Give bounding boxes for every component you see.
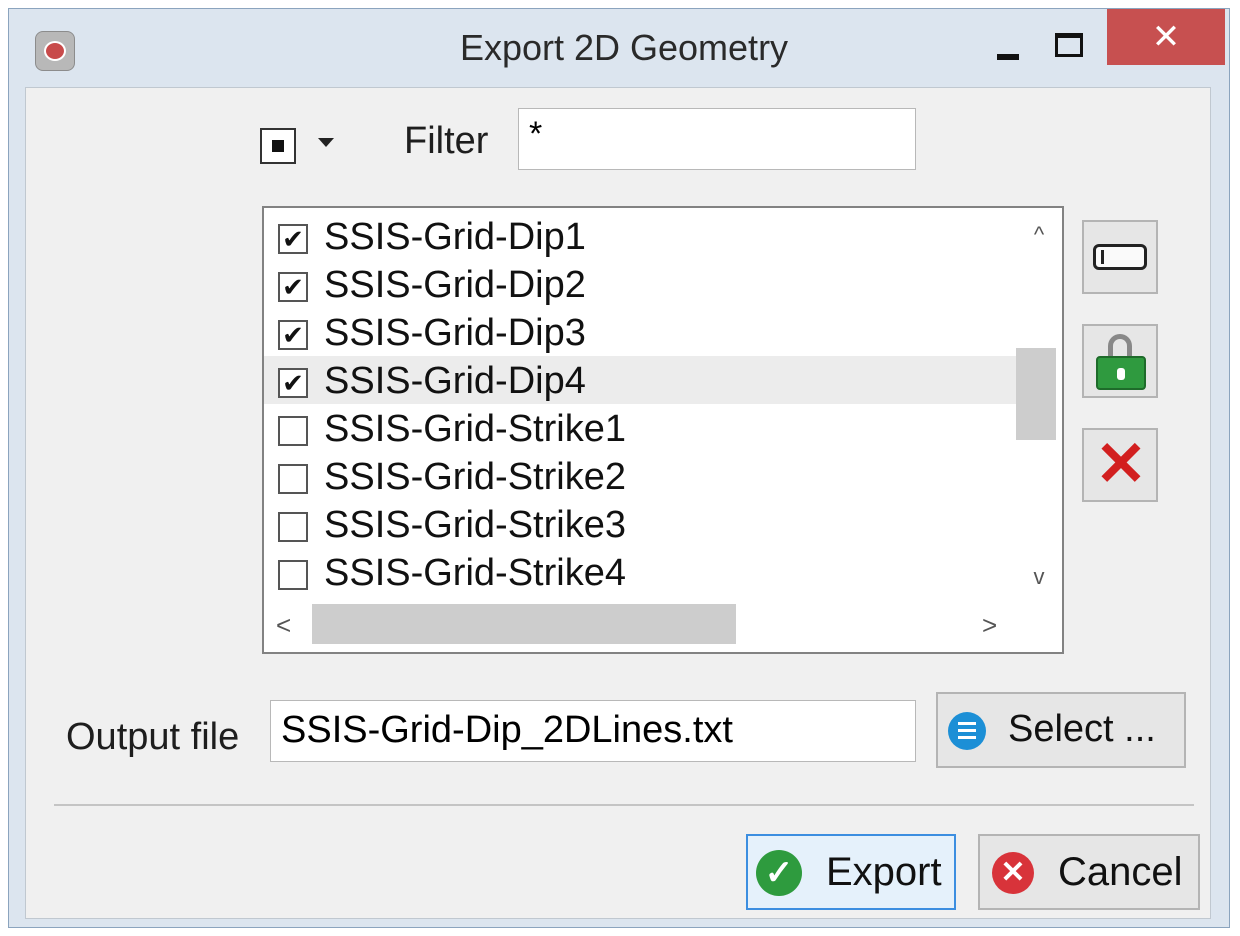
horizontal-scroll-thumb[interactable] xyxy=(312,604,736,644)
scroll-right-icon[interactable]: > xyxy=(982,610,997,641)
item-label: SSIS-Grid-Dip2 xyxy=(324,264,586,306)
deselect-all-button[interactable] xyxy=(1082,220,1158,294)
export-button-label: Export xyxy=(826,850,942,894)
output-file-label: Output file xyxy=(66,716,240,758)
item-label: SSIS-Grid-Dip3 xyxy=(324,312,586,354)
unlock-button[interactable] xyxy=(1082,324,1158,398)
item-label: SSIS-Grid-Strike3 xyxy=(324,504,626,546)
item-checkbox[interactable]: ✔ xyxy=(278,368,308,398)
cancel-button-label: Cancel xyxy=(1058,850,1183,894)
item-checkbox[interactable] xyxy=(278,560,308,590)
scroll-up-icon[interactable]: ^ xyxy=(1024,222,1054,248)
item-label: SSIS-Grid-Dip1 xyxy=(324,216,586,258)
item-checkbox[interactable] xyxy=(278,416,308,446)
item-label: SSIS-Grid-Strike4 xyxy=(324,552,626,594)
item-label: SSIS-Grid-Dip4 xyxy=(324,360,586,402)
output-file-input[interactable]: SSIS-Grid-Dip_2DLines.txt xyxy=(270,700,916,762)
list-item[interactable]: SSIS-Grid-Strike1 xyxy=(264,404,1016,452)
check-icon: ✓ xyxy=(756,850,802,896)
select-toggle-icon[interactable] xyxy=(260,128,296,164)
list-item[interactable]: ✔ SSIS-Grid-Dip1 xyxy=(264,212,1016,260)
select-file-label: Select ... xyxy=(1008,708,1156,750)
title-bar[interactable]: Export 2D Geometry ✕ xyxy=(9,9,1229,87)
list-icon xyxy=(948,712,986,750)
export-button[interactable]: ✓ Export xyxy=(746,834,956,910)
scroll-down-icon[interactable]: v xyxy=(1024,564,1054,590)
filter-label: Filter xyxy=(404,120,489,162)
list-item[interactable]: SSIS-Grid-Strike3 xyxy=(264,500,1016,548)
list-item[interactable]: ✔ SSIS-Grid-Dip2 xyxy=(264,260,1016,308)
item-checkbox[interactable]: ✔ xyxy=(278,224,308,254)
list-item[interactable]: ✔ SSIS-Grid-Dip3 xyxy=(264,308,1016,356)
item-checkbox[interactable] xyxy=(278,464,308,494)
minimize-button[interactable] xyxy=(989,27,1035,73)
delete-icon: ✕ xyxy=(1095,430,1147,499)
item-checkbox[interactable]: ✔ xyxy=(278,320,308,350)
unlock-icon xyxy=(1094,334,1150,392)
close-window-button[interactable]: ✕ xyxy=(1107,9,1225,65)
scroll-left-icon[interactable]: < xyxy=(276,610,291,641)
dialog-body: Filter * ✔ SSIS-Grid-Dip1 ✔ SSIS-Grid-Di… xyxy=(25,87,1211,919)
chevron-down-icon[interactable] xyxy=(318,138,334,147)
cancel-button[interactable]: ✕ Cancel xyxy=(978,834,1200,910)
horizontal-scrollbar[interactable]: < > xyxy=(264,604,1016,652)
item-checkbox[interactable]: ✔ xyxy=(278,272,308,302)
item-label: SSIS-Grid-Strike1 xyxy=(324,408,626,450)
list-item[interactable]: SSIS-Grid-Strike2 xyxy=(264,452,1016,500)
list-item[interactable]: SSIS-Grid-Strike4 xyxy=(264,548,1016,596)
delete-button[interactable]: ✕ xyxy=(1082,428,1158,502)
close-icon: ✕ xyxy=(992,852,1034,894)
filter-input[interactable]: * xyxy=(518,108,916,170)
item-label: SSIS-Grid-Strike2 xyxy=(324,456,626,498)
vertical-scroll-thumb[interactable] xyxy=(1016,348,1056,440)
maximize-button[interactable] xyxy=(1045,27,1091,73)
divider xyxy=(54,804,1194,806)
item-checkbox[interactable] xyxy=(278,512,308,542)
deselect-all-icon xyxy=(1093,244,1147,270)
list-item-highlighted[interactable]: ✔ SSIS-Grid-Dip4 xyxy=(264,356,1016,404)
geometry-list[interactable]: ✔ SSIS-Grid-Dip1 ✔ SSIS-Grid-Dip2 ✔ SSIS… xyxy=(262,206,1064,654)
select-file-button[interactable]: Select ... xyxy=(936,692,1186,768)
dialog-window: Export 2D Geometry ✕ Filter * ✔ SSIS-Gri… xyxy=(8,8,1230,928)
vertical-scrollbar[interactable]: ^ v xyxy=(1016,208,1062,604)
